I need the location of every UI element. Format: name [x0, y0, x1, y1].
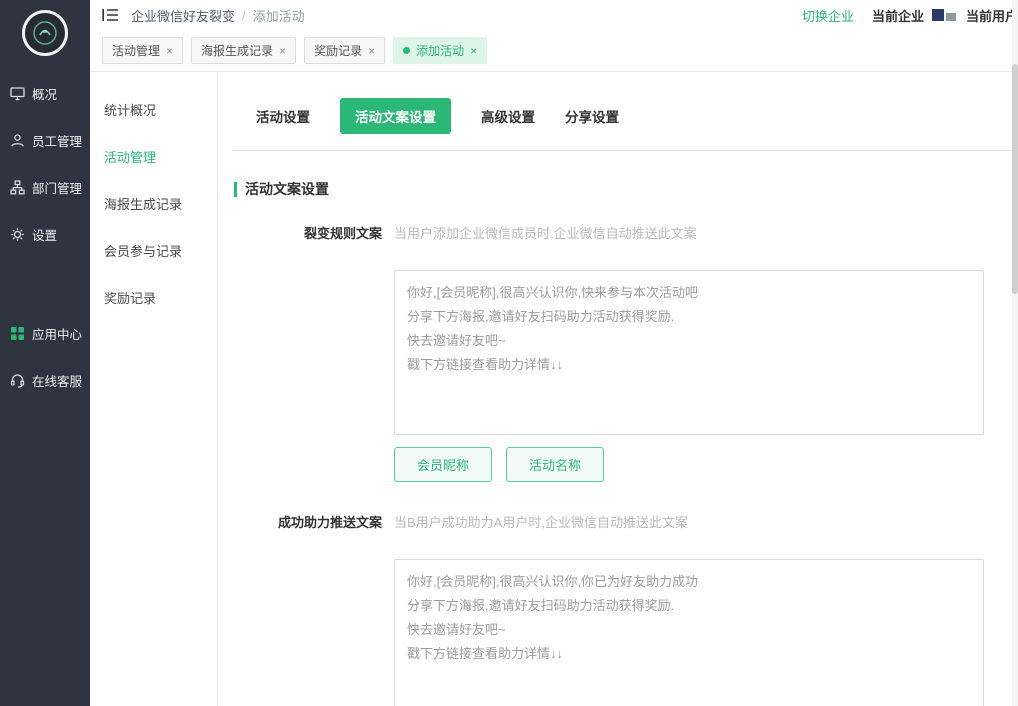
tab-label: 海报生成记录	[201, 42, 273, 59]
activity-name-button[interactable]: 活动名称	[506, 447, 604, 482]
app-window: 概况 员工管理 部门管理 设置 应用中心 在线客服	[0, 0, 1018, 706]
main-content: 活动设置 活动文案设置 高级设置 分享设置 活动文案设置 裂变规则文案 当用户添…	[218, 72, 1018, 706]
tab-close-icon[interactable]: ×	[279, 44, 286, 58]
main-sidebar: 概况 员工管理 部门管理 设置 应用中心 在线客服	[0, 0, 90, 706]
submenu-item-poster-records[interactable]: 海报生成记录	[90, 180, 217, 227]
collapse-menu-icon[interactable]	[102, 8, 119, 22]
current-user-label: 当前用户	[966, 6, 1018, 25]
field-hint: 当用户添加企业微信成员时,企业微信自动推送此文案	[394, 223, 984, 242]
tab-reward-records[interactable]: 奖励记录 ×	[304, 37, 385, 64]
fission-rule-copy-textarea[interactable]	[394, 270, 984, 435]
tab-label: 奖励记录	[314, 42, 362, 59]
sidebar-item-app-center[interactable]: 应用中心	[0, 310, 90, 357]
field-label: 裂变规则文案	[232, 223, 382, 242]
tab-activity-management[interactable]: 活动管理 ×	[102, 37, 183, 64]
tab-advanced-settings[interactable]: 高级设置	[481, 98, 535, 134]
employees-icon	[10, 133, 25, 148]
submenu-item-reward-records[interactable]: 奖励记录	[90, 274, 217, 321]
current-company-label: 当前企业	[872, 6, 924, 25]
top-header: 企业微信好友裂变 / 添加活动 切换企业 当前企业 当前用户	[90, 0, 1018, 30]
submenu-item-statistics[interactable]: 统计概况	[90, 86, 217, 133]
switch-company-link[interactable]: 切换企业	[802, 6, 854, 25]
tab-close-icon[interactable]: ×	[470, 44, 477, 58]
breadcrumb-current: 添加活动	[253, 6, 305, 25]
sidebar-item-settings[interactable]: 设置	[0, 211, 90, 258]
settings-tabs: 活动设置 活动文案设置 高级设置 分享设置	[232, 72, 1018, 151]
submenu-item-member-participation[interactable]: 会员参与记录	[90, 227, 217, 274]
tab-add-activity[interactable]: 添加活动 ×	[393, 37, 487, 64]
sidebar-item-label: 设置	[32, 225, 57, 244]
module-submenu: 统计概况 活动管理 海报生成记录 会员参与记录 奖励记录	[90, 72, 218, 706]
active-dot-icon	[403, 47, 410, 54]
tab-close-icon[interactable]: ×	[368, 44, 375, 58]
section-title: 活动文案设置	[234, 179, 1018, 199]
tab-activity-settings[interactable]: 活动设置	[256, 98, 310, 134]
breadcrumb-separator: /	[242, 8, 246, 23]
customer-service-icon	[10, 373, 25, 388]
tab-share-settings[interactable]: 分享设置	[565, 98, 619, 134]
tab-poster-records[interactable]: 海报生成记录 ×	[191, 37, 296, 64]
field-fission-rule-copy: 裂变规则文案 当用户添加企业微信成员时,企业微信自动推送此文案 会员昵称 活动名…	[232, 223, 1018, 482]
tab-label: 活动管理	[112, 42, 160, 59]
sidebar-item-customer-service[interactable]: 在线客服	[0, 357, 90, 404]
tab-copywriting-settings[interactable]: 活动文案设置	[340, 98, 451, 134]
field-assist-success-copy: 成功助力推送文案 当B用户成功助力A用户时,企业微信自动推送此文案 会员昵称 助…	[232, 512, 1018, 706]
dashboard-icon	[10, 86, 25, 101]
app-center-icon	[10, 326, 25, 341]
member-nickname-button[interactable]: 会员昵称	[394, 447, 492, 482]
sidebar-item-departments[interactable]: 部门管理	[0, 164, 90, 211]
sidebar-item-label: 员工管理	[32, 131, 82, 150]
field-hint: 当B用户成功助力A用户时,企业微信自动推送此文案	[394, 512, 984, 531]
sidebar-item-label: 在线客服	[32, 371, 82, 390]
sidebar-item-employees[interactable]: 员工管理	[0, 117, 90, 164]
logo-icon	[22, 10, 68, 56]
scrollbar-thumb[interactable]	[1012, 64, 1018, 294]
sidebar-item-overview[interactable]: 概况	[0, 70, 90, 117]
section-bar-icon	[234, 182, 237, 197]
field-label: 成功助力推送文案	[232, 512, 382, 531]
open-tabs-bar: 活动管理 × 海报生成记录 × 奖励记录 × 添加活动 ×	[90, 30, 1018, 72]
breadcrumb-root[interactable]: 企业微信好友裂变	[131, 6, 235, 25]
app-logo	[0, 0, 90, 70]
settings-icon	[10, 227, 25, 242]
departments-icon	[10, 180, 25, 195]
assist-success-copy-textarea[interactable]	[394, 559, 984, 706]
sidebar-item-label: 概况	[32, 84, 57, 103]
insert-variable-buttons: 会员昵称 活动名称	[394, 447, 984, 482]
page-scrollbar[interactable]	[1012, 0, 1018, 706]
tab-label: 添加活动	[416, 42, 464, 59]
sidebar-item-label: 部门管理	[32, 178, 82, 197]
section-title-text: 活动文案设置	[245, 179, 329, 199]
sidebar-divider	[0, 258, 90, 310]
submenu-item-activity-management[interactable]: 活动管理	[90, 133, 217, 180]
tab-close-icon[interactable]: ×	[166, 44, 173, 58]
company-logo	[932, 9, 956, 21]
sidebar-item-label: 应用中心	[32, 324, 82, 343]
